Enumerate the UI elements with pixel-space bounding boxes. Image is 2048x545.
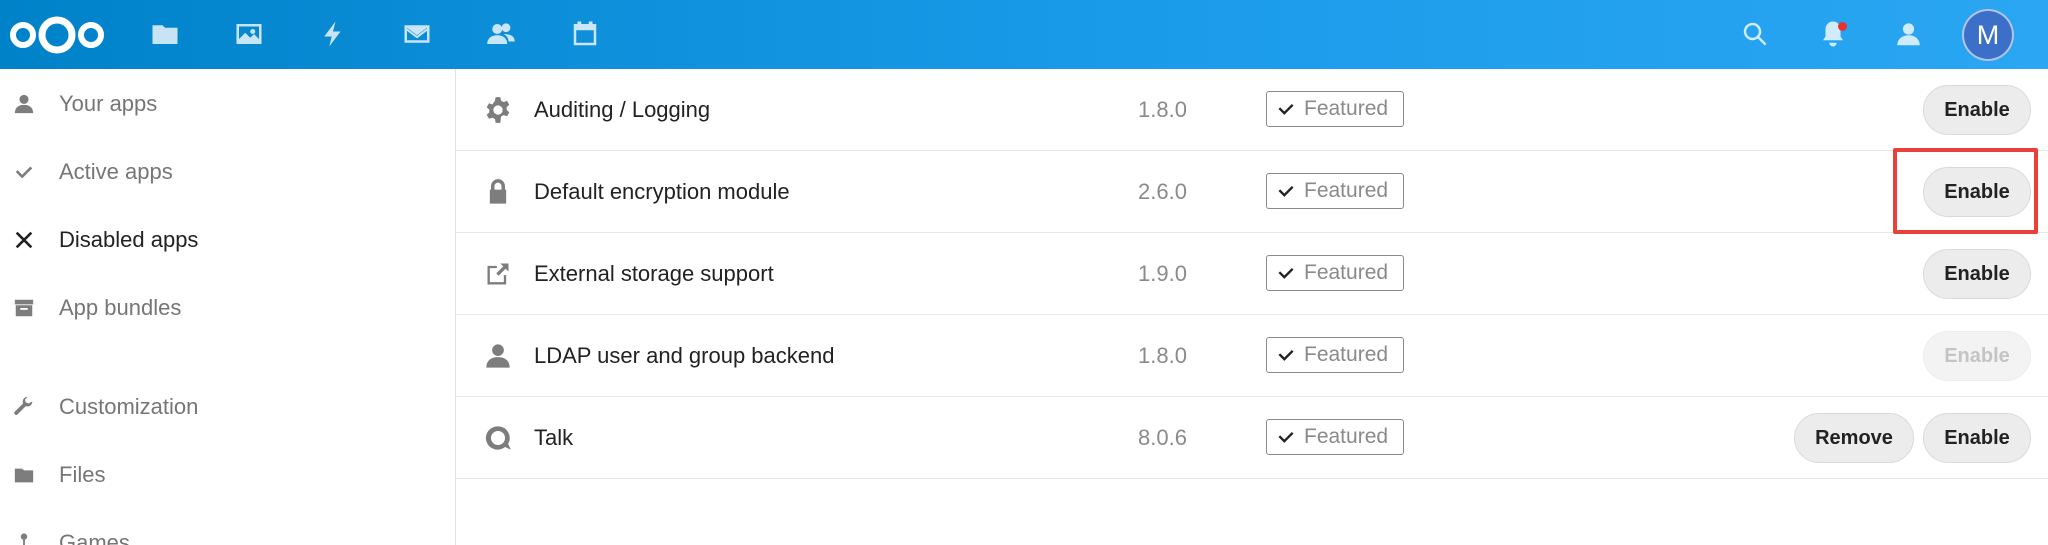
app-version: 1.8.0 [1138,343,1187,368]
app-version: 1.8.0 [1138,97,1187,122]
talk-icon [483,423,513,453]
badge-label: Featured [1304,97,1389,120]
check-icon [1278,268,1294,279]
sidebar-item-label: Games [59,530,130,545]
sidebar-item-label: Files [59,462,106,487]
lock-icon [483,177,513,207]
app-row: LDAP user and group backend 1.8.0 Featur… [456,315,2048,397]
sidebar-item-disabled-apps[interactable]: Disabled apps [0,220,455,260]
calendar-icon[interactable] [568,17,602,51]
app-name[interactable]: Talk [534,425,573,451]
user-icon [12,92,36,116]
check-icon [1278,432,1294,443]
featured-badge: Featured [1266,255,1404,291]
sidebar-item-files[interactable]: Files [0,455,455,495]
app-navigation: Your apps Active apps Disabled apps App … [0,69,456,545]
app-version: 1.9.0 [1138,261,1187,286]
badge-label: Featured [1304,343,1389,366]
check-icon [1278,104,1294,115]
top-bar: M [0,0,2048,69]
badge-label: Featured [1304,179,1389,202]
nextcloud-logo[interactable] [8,15,106,55]
remove-button[interactable]: Remove [1794,413,1914,463]
enable-button[interactable]: Enable [1923,85,2031,135]
sidebar-item-games[interactable]: Games [0,523,455,545]
sidebar-item-label: App bundles [59,295,182,320]
app-name[interactable]: Auditing / Logging [534,97,710,123]
featured-badge: Featured [1266,173,1404,209]
sidebar-item-label: Customization [59,394,199,419]
contacts-icon[interactable] [484,17,518,51]
external-link-icon [483,259,513,289]
avatar[interactable]: M [1962,9,2014,61]
folder-icon [12,463,36,487]
app-row: Auditing / Logging 1.8.0 Featured Enable [456,69,2048,151]
app-row: Talk 8.0.6 Featured Remove Enable [456,397,2048,479]
badge-label: Featured [1304,261,1389,284]
check-icon [1278,186,1294,197]
featured-badge: Featured [1266,419,1404,455]
photos-icon[interactable] [232,17,266,51]
app-row: Default encryption module 2.6.0 Featured… [456,151,2048,233]
joystick-icon [12,531,36,545]
sidebar-item-customization[interactable]: Customization [0,387,455,427]
enable-button[interactable]: Enable [1923,413,2031,463]
sidebar-item-label: Your apps [59,91,158,116]
sidebar-item-app-bundles[interactable]: App bundles [0,288,455,328]
featured-badge: Featured [1266,91,1404,127]
app-name[interactable]: External storage support [534,261,774,287]
files-icon[interactable] [148,17,182,51]
sidebar-item-active-apps[interactable]: Active apps [0,152,455,192]
enable-button[interactable]: Enable [1923,167,2031,217]
mail-icon[interactable] [400,17,434,51]
featured-badge: Featured [1266,337,1404,373]
badge-label: Featured [1304,425,1389,448]
user-icon [483,341,513,371]
contacts-menu-icon[interactable] [1894,17,1928,51]
check-icon [1278,350,1294,361]
app-version: 8.0.6 [1138,425,1187,450]
gear-icon [483,95,513,125]
close-icon [12,228,36,252]
sidebar-item-your-apps[interactable]: Your apps [0,84,455,124]
app-name[interactable]: LDAP user and group backend [534,343,834,369]
sidebar-item-label: Active apps [59,159,173,184]
search-icon[interactable] [1738,17,1772,51]
app-row: External storage support 1.9.0 Featured … [456,233,2048,315]
check-icon [12,160,36,184]
app-version: 2.6.0 [1138,179,1187,204]
notification-dot [1838,22,1847,31]
app-name[interactable]: Default encryption module [534,179,790,205]
archive-icon [12,296,36,320]
wrench-icon [12,395,36,419]
activity-icon[interactable] [316,17,350,51]
enable-button[interactable]: Enable [1923,249,2031,299]
enable-button-disabled: Enable [1923,331,2031,381]
sidebar-item-label: Disabled apps [59,227,199,252]
